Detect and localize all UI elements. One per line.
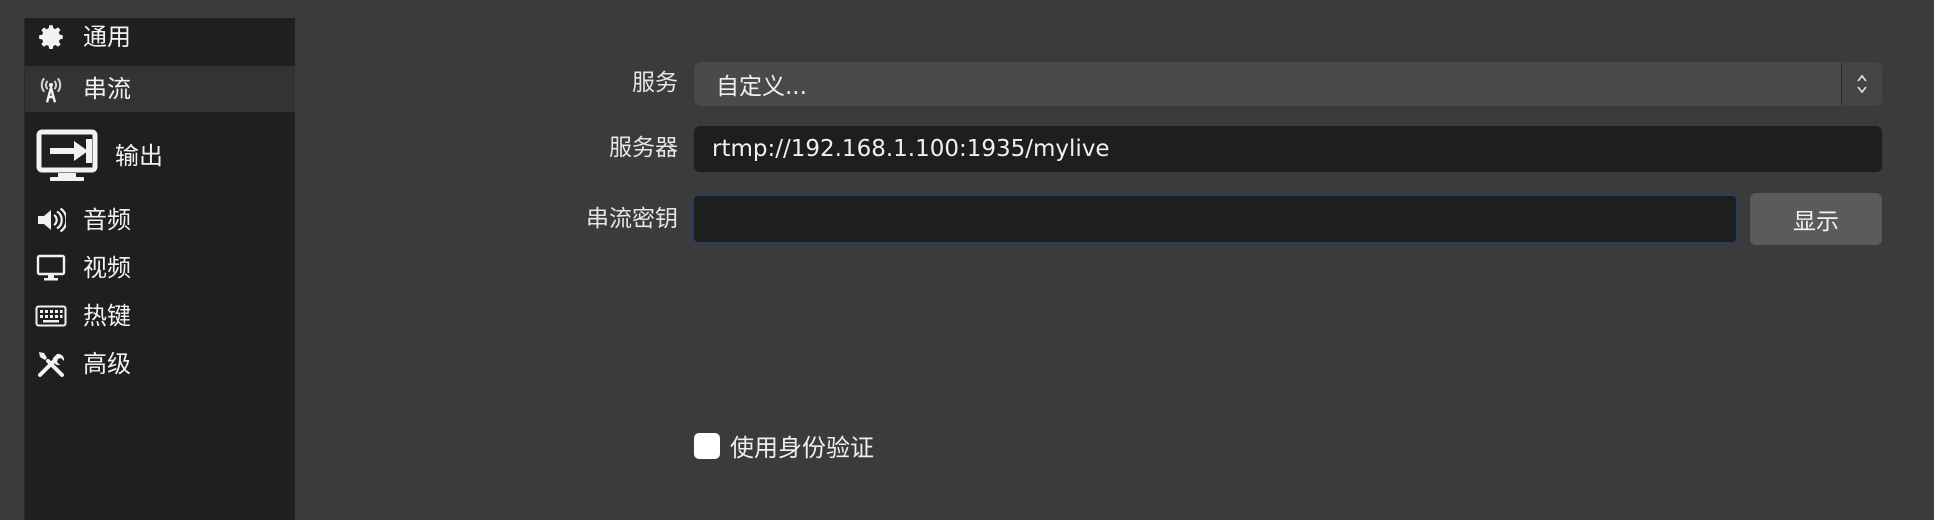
monitor-icon (33, 254, 69, 282)
sidebar-item-label: 热键 (83, 302, 131, 330)
service-select[interactable]: 自定义... (694, 62, 1882, 106)
sidebar-item-advanced[interactable]: 高级 (25, 344, 295, 384)
speaker-icon (33, 207, 69, 233)
sidebar-item-label: 串流 (83, 75, 131, 103)
stream-key-label: 串流密钥 (586, 206, 678, 232)
sidebar-item-label: 高级 (83, 350, 131, 378)
use-auth-checkbox-row[interactable]: 使用身份验证 (694, 428, 874, 463)
service-select-value: 自定义... (716, 74, 807, 100)
sidebar-item-label: 音频 (83, 206, 131, 234)
settings-window: 通用 串流 输出 音频 视频 热键 高级 服务 自定义... 服务器 rtmp:… (0, 0, 1934, 520)
service-label: 服务 (632, 70, 678, 96)
server-input[interactable]: rtmp://192.168.1.100:1935/mylive (694, 126, 1882, 172)
antenna-icon (33, 73, 69, 105)
sidebar-item-audio[interactable]: 音频 (25, 200, 295, 240)
use-auth-checkbox[interactable] (694, 432, 720, 459)
stream-key-input[interactable] (692, 194, 1738, 244)
sidebar-item-label: 视频 (83, 254, 131, 282)
tools-icon (33, 349, 69, 379)
keyboard-icon (33, 305, 69, 327)
server-label: 服务器 (609, 135, 678, 161)
gear-icon (33, 22, 69, 52)
use-auth-label: 使用身份验证 (730, 434, 874, 462)
settings-sidebar: 通用 串流 输出 音频 视频 热键 高级 (24, 18, 295, 520)
sidebar-item-output[interactable]: 输出 (25, 122, 295, 190)
sidebar-item-stream[interactable]: 串流 (25, 66, 295, 112)
sidebar-item-video[interactable]: 视频 (25, 248, 295, 288)
sidebar-item-label: 通用 (83, 23, 131, 51)
sidebar-item-hotkeys[interactable]: 热键 (25, 296, 295, 336)
show-key-button[interactable]: 显示 (1750, 193, 1882, 245)
updown-chevron-icon[interactable] (1841, 62, 1882, 106)
sidebar-item-label: 输出 (115, 142, 163, 170)
sidebar-item-general[interactable]: 通用 (25, 18, 295, 56)
output-icon (35, 129, 103, 183)
